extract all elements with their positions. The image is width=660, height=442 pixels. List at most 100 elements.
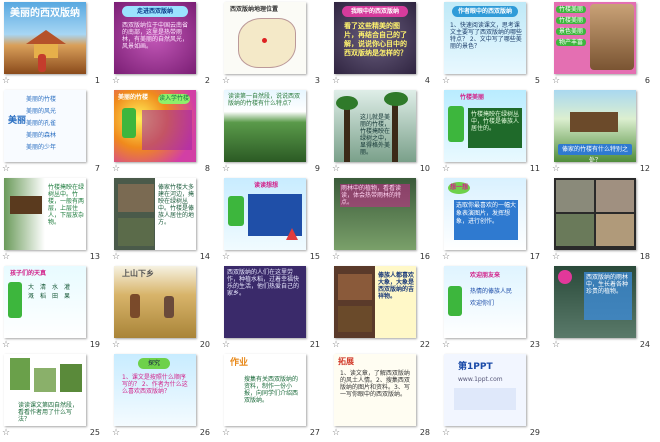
slide-text: 读读第一自然段，说说西双版纳的竹楼有什么特点？ bbox=[228, 93, 301, 107]
slide-text: 雨林中的植物，看看读读，体会热带雨林的特点。 bbox=[340, 184, 410, 207]
slide-thumbnail-27[interactable]: 作业 搜集有关西双版纳的资料，制作一份小报，向同学们介绍西双版纳。 ☆ 27 bbox=[220, 352, 330, 442]
slide-thumbnail-15[interactable]: 读读想想 ☆ 15 bbox=[220, 176, 330, 266]
animation-star-icon[interactable]: ☆ bbox=[552, 252, 560, 262]
animation-star-icon[interactable]: ☆ bbox=[552, 340, 560, 350]
slide-thumbnail-14[interactable]: 傣家竹楼大多建在河边，掩映在绿树丛中。竹楼是傣族人居住的地方。 ☆ 14 bbox=[110, 176, 220, 266]
palm-canopy bbox=[336, 96, 358, 110]
slide-thumbnail-21[interactable]: 西双版纳的人们在这里劳作，种植水稻，过着幸福快乐的生活，他们热爱自己的家乡。 ☆… bbox=[220, 264, 330, 354]
slide-thumbnail-16[interactable]: 雨林中的植物，看看读读，体会热带雨林的特点。 ☆ 16 bbox=[330, 176, 440, 266]
animation-star-icon[interactable]: ☆ bbox=[442, 428, 450, 438]
logo-text: 第1PPT bbox=[458, 362, 493, 372]
list-item: 欢迎你们 bbox=[470, 300, 495, 307]
slide-thumbnail-2[interactable]: 走进西双版纳 西双版纳位于中国云南省的南部，这里是热带雨林，有美丽的自然风光，风… bbox=[110, 0, 220, 90]
side-tab bbox=[448, 106, 464, 142]
slide-text: 这儿就是美丽的竹楼，竹楼掩映在绿树之中，显得格外美丽。 bbox=[360, 114, 391, 156]
animation-star-icon[interactable]: ☆ bbox=[222, 252, 230, 262]
outline-item: 美丽的竹楼 bbox=[26, 96, 57, 103]
slide-thumbnail-22[interactable]: 傣族人都喜欢大象，大象是西双版纳的吉祥物。 ☆ 22 bbox=[330, 264, 440, 354]
label-item: 物产丰富 bbox=[556, 39, 586, 46]
slide-thumbnail-24[interactable]: 西双版纳的雨林中，生长着各种珍贵的植物。 ☆ 24 bbox=[550, 264, 660, 354]
slide-thumbnail-5[interactable]: 作者眼中的西双版纳 1、快速阅读课文，思考课文主要写了西双版纳的哪些特点？ 2、… bbox=[440, 0, 550, 90]
slide-thumbnail-9[interactable]: 读读第一自然段，说说西双版纳的竹楼有什么特点？ ☆ 9 bbox=[220, 88, 330, 178]
farmer-figure bbox=[130, 294, 140, 318]
slide-thumbnail-4[interactable]: 我眼中的西双版纳 看了这些精美的图片，再结合自己的了解，说说你心目中的西双版纳是… bbox=[330, 0, 440, 90]
animation-star-icon[interactable]: ☆ bbox=[112, 164, 120, 174]
slide-number: 15 bbox=[309, 252, 320, 261]
slide-text: 1、课文是按照什么顺序写的？ 2、作者为什么这么喜欢西双版纳？ bbox=[122, 374, 188, 395]
side-tab bbox=[122, 108, 136, 138]
slide-thumbnail-10[interactable]: 这儿就是美丽的竹楼，竹楼掩映在绿树之中，显得格外美丽。 ☆ 10 bbox=[330, 88, 440, 178]
slide-number: 19 bbox=[89, 340, 100, 349]
slide-title: 美丽的西双版纳 bbox=[10, 8, 80, 19]
animation-star-icon[interactable]: ☆ bbox=[552, 76, 560, 86]
bamboo-house bbox=[570, 112, 618, 132]
slide-number: 11 bbox=[529, 164, 540, 173]
slide-heading: 读读想想 bbox=[254, 182, 279, 189]
slide-thumbnail-26[interactable]: 探究 1、课文是按照什么顺序写的？ 2、作者为什么这么喜欢西双版纳？ ☆ 26 bbox=[110, 352, 220, 442]
slide-thumbnail-19[interactable]: 孩子们的天真 大 清 水 灌 溉 稻 田 果 ☆ 19 bbox=[0, 264, 110, 354]
slide-number: 3 bbox=[314, 76, 320, 85]
animation-star-icon[interactable]: ☆ bbox=[222, 76, 230, 86]
text-panel: 西双版纳的雨林中，生长着各种珍贵的植物。 bbox=[584, 272, 632, 320]
person-figure bbox=[38, 54, 46, 72]
outline-list: 美丽的竹楼 美丽的风光 美丽的孔雀 美丽的森林 美丽的少年 bbox=[26, 96, 82, 151]
slide-heading: 美丽的竹楼 bbox=[118, 94, 149, 101]
slide-heading: 孩子们的天真 bbox=[10, 270, 47, 277]
slide-thumbnail-20[interactable]: 上山下乡 ☆ 20 bbox=[110, 264, 220, 354]
animation-star-icon[interactable]: ☆ bbox=[112, 76, 120, 86]
animation-star-icon[interactable]: ☆ bbox=[112, 428, 120, 438]
animation-star-icon[interactable]: ☆ bbox=[442, 340, 450, 350]
animation-star-icon[interactable]: ☆ bbox=[2, 340, 10, 350]
animation-star-icon[interactable]: ☆ bbox=[552, 164, 560, 174]
slide-heading: 作业 bbox=[230, 358, 249, 368]
char-item: 清 bbox=[40, 284, 47, 291]
animation-star-icon[interactable]: ☆ bbox=[112, 340, 120, 350]
animation-star-icon[interactable]: ☆ bbox=[222, 428, 230, 438]
animation-star-icon[interactable]: ☆ bbox=[222, 340, 230, 350]
plant-photo bbox=[60, 364, 82, 392]
slide-thumbnail-1[interactable]: 美丽的西双版纳 ☆ 1 bbox=[0, 0, 110, 90]
slide-thumbnail-28[interactable]: 拓展 1、读文章，了解西双版纳的风土人情。2、搜集西双版纳的图片和资料。3、写一… bbox=[330, 352, 440, 442]
highlight-box: 选取你最喜欢的一幅大象表演图片，发挥想象，进行创作。 bbox=[454, 200, 518, 240]
animation-star-icon[interactable]: ☆ bbox=[332, 164, 340, 174]
animation-star-icon[interactable]: ☆ bbox=[442, 76, 450, 86]
slide-thumbnail-8[interactable]: 美丽的竹楼 读入学竹楼 ☆ 8 bbox=[110, 88, 220, 178]
logo-url: www.1ppt.com bbox=[458, 376, 503, 383]
side-label: 美丽 bbox=[8, 116, 27, 126]
label-item: 景色美丽 bbox=[556, 28, 586, 35]
slide-thumbnail-12[interactable]: 傣家的竹楼有什么特别之处？ ☆ 12 bbox=[550, 88, 660, 178]
slide-thumbnail-25[interactable]: 读读课文第四自然段，看看作者用了什么写法？ ☆ 25 bbox=[0, 352, 110, 442]
animation-star-icon[interactable]: ☆ bbox=[332, 428, 340, 438]
tag-label: 想一想 bbox=[448, 182, 470, 194]
slide-number: 5 bbox=[534, 76, 540, 85]
outline-item: 美丽的风光 bbox=[26, 108, 57, 115]
outline-item: 美丽的森林 bbox=[26, 132, 57, 139]
slide-number: 17 bbox=[529, 252, 540, 261]
slide-thumbnail-17[interactable]: 想一想 选取你最喜欢的一幅大象表演图片，发挥想象，进行创作。 ☆ 17 bbox=[440, 176, 550, 266]
slide-thumbnail-6[interactable]: 竹楼美丽 竹楼美丽 景色美丽 物产丰富 ☆ 6 bbox=[550, 0, 660, 90]
slide-thumbnail-13[interactable]: 竹楼掩映在绿树丛中。竹楼，一般有两层，上层住人，下层放杂物。 ☆ 13 bbox=[0, 176, 110, 266]
animation-star-icon[interactable]: ☆ bbox=[442, 164, 450, 174]
slide-thumbnail-29[interactable]: 第1PPT www.1ppt.com ☆ 29 bbox=[440, 352, 550, 442]
palm-trunk bbox=[344, 102, 350, 162]
animation-star-icon[interactable]: ☆ bbox=[2, 76, 10, 86]
slide-thumbnail-18[interactable]: ☆ 18 bbox=[550, 176, 660, 266]
slide-thumbnail-3[interactable]: 西双版纳地理位置 ☆ 3 bbox=[220, 0, 330, 90]
elephant-photo bbox=[596, 180, 634, 212]
animation-star-icon[interactable]: ☆ bbox=[2, 164, 10, 174]
slide-thumbnail-7[interactable]: 美丽 美丽的竹楼 美丽的风光 美丽的孔雀 美丽的森林 美丽的少年 ☆ 7 bbox=[0, 88, 110, 178]
char-grid: 大 清 水 灌 溉 稻 田 果 bbox=[28, 284, 82, 300]
animation-star-icon[interactable]: ☆ bbox=[442, 252, 450, 262]
side-tab bbox=[8, 282, 22, 318]
animation-star-icon[interactable]: ☆ bbox=[332, 76, 340, 86]
slide-thumbnail-11[interactable]: 竹楼美丽 竹楼掩映在绿树丛中，竹楼是傣族人居住的。 ☆ 11 bbox=[440, 88, 550, 178]
slide-thumbnail-23[interactable]: 欢迎朋友来 热情的傣族人民 欢迎你们 ☆ 23 bbox=[440, 264, 550, 354]
slide-text: 1、读文章，了解西双版纳的风土人情。2、搜集西双版纳的图片和资料。3、写一写你眼… bbox=[340, 370, 410, 398]
animation-star-icon[interactable]: ☆ bbox=[222, 164, 230, 174]
animation-star-icon[interactable]: ☆ bbox=[2, 428, 10, 438]
animation-star-icon[interactable]: ☆ bbox=[112, 252, 120, 262]
animation-star-icon[interactable]: ☆ bbox=[332, 340, 340, 350]
flower-icon bbox=[558, 270, 572, 284]
animation-star-icon[interactable]: ☆ bbox=[2, 252, 10, 262]
animation-star-icon[interactable]: ☆ bbox=[332, 252, 340, 262]
